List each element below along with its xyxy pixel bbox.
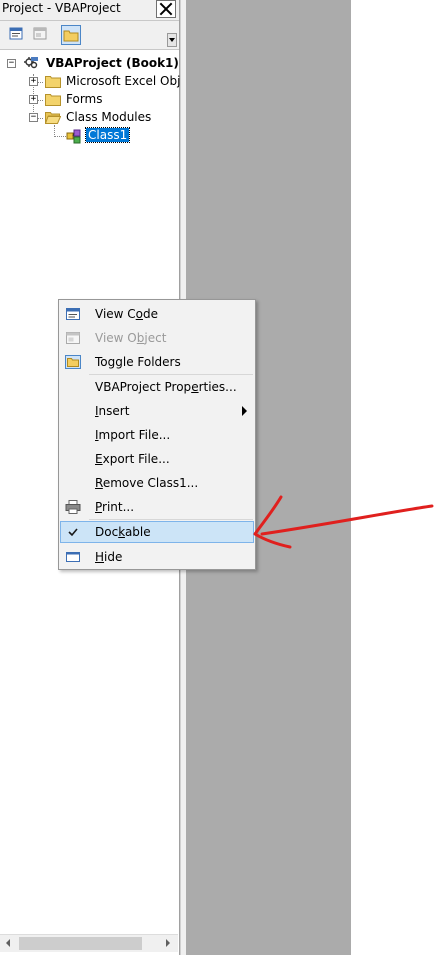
annotation-arrow-icon	[253, 495, 434, 549]
